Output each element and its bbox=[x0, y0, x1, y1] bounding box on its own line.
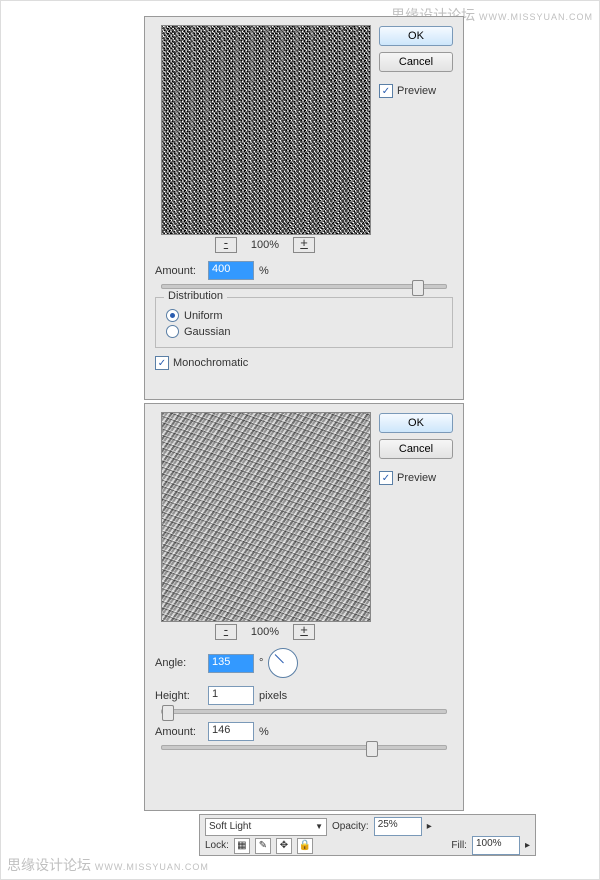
watermark-en-bottom: WWW.MISSYUAN.COM bbox=[95, 862, 209, 872]
lock-brush-icon[interactable]: ✎ bbox=[255, 838, 271, 854]
amount-unit: % bbox=[259, 265, 269, 277]
watermark-en: WWW.MISSYUAN.COM bbox=[479, 12, 593, 22]
lock-label: Lock: bbox=[205, 840, 229, 851]
preview-label: Preview bbox=[397, 472, 436, 484]
blend-mode-select[interactable]: Soft Light ▼ bbox=[205, 818, 327, 836]
blend-mode-value: Soft Light bbox=[209, 821, 251, 832]
monochromatic-label: Monochromatic bbox=[173, 357, 248, 369]
lock-move-icon[interactable]: ✥ bbox=[276, 838, 292, 854]
ok-button[interactable]: OK bbox=[379, 413, 453, 433]
amount-input[interactable]: 146 bbox=[208, 722, 254, 741]
gaussian-label: Gaussian bbox=[184, 326, 230, 338]
cancel-button[interactable]: Cancel bbox=[379, 52, 453, 72]
height-input[interactable]: 1 bbox=[208, 686, 254, 705]
distribution-legend: Distribution bbox=[164, 290, 227, 302]
angle-unit: ° bbox=[259, 657, 263, 669]
cancel-button[interactable]: Cancel bbox=[379, 439, 453, 459]
fill-input[interactable]: 100% bbox=[472, 836, 520, 855]
amount-slider[interactable] bbox=[161, 745, 447, 750]
add-noise-dialog: - 100% + Amount: 400 % Distribution Unif… bbox=[144, 16, 464, 400]
height-label: Height: bbox=[155, 690, 203, 702]
chevron-down-icon: ▼ bbox=[315, 822, 323, 831]
zoom-in-button[interactable]: + bbox=[293, 624, 315, 640]
height-unit: pixels bbox=[259, 690, 287, 702]
emboss-dialog: - 100% + Angle: 135 ° Height: 1 pixels A… bbox=[144, 403, 464, 811]
lock-all-icon[interactable]: 🔒 bbox=[297, 838, 313, 854]
opacity-stepper-icon[interactable]: ▸ bbox=[427, 821, 432, 832]
angle-input[interactable]: 135 bbox=[208, 654, 254, 673]
lock-transparent-icon[interactable]: ▦ bbox=[234, 838, 250, 854]
preview-checkbox[interactable]: ✓ bbox=[379, 84, 393, 98]
amount-label: Amount: bbox=[155, 265, 203, 277]
opacity-input[interactable]: 25% bbox=[374, 817, 422, 836]
watermark-cn-bottom: 思缘设计论坛 bbox=[7, 857, 91, 873]
monochromatic-checkbox[interactable]: ✓ bbox=[155, 356, 169, 370]
amount-unit: % bbox=[259, 726, 269, 738]
preview-label: Preview bbox=[397, 85, 436, 97]
layers-panel: Soft Light ▼ Opacity: 25% ▸ Lock: ▦ ✎ ✥ … bbox=[199, 814, 536, 856]
zoom-level: 100% bbox=[251, 239, 279, 251]
fill-stepper-icon[interactable]: ▸ bbox=[525, 840, 530, 851]
uniform-radio[interactable] bbox=[166, 309, 179, 322]
gaussian-radio[interactable] bbox=[166, 325, 179, 338]
zoom-in-button[interactable]: + bbox=[293, 237, 315, 253]
angle-dial[interactable] bbox=[268, 648, 298, 678]
emboss-preview bbox=[161, 412, 371, 622]
amount-label: Amount: bbox=[155, 726, 203, 738]
fill-label: Fill: bbox=[451, 840, 467, 851]
noise-preview bbox=[161, 25, 371, 235]
preview-checkbox[interactable]: ✓ bbox=[379, 471, 393, 485]
zoom-out-button[interactable]: - bbox=[215, 237, 237, 253]
amount-input[interactable]: 400 bbox=[208, 261, 254, 280]
uniform-label: Uniform bbox=[184, 310, 223, 322]
distribution-group: Distribution Uniform Gaussian bbox=[155, 297, 453, 348]
height-slider[interactable] bbox=[161, 709, 447, 714]
amount-slider[interactable] bbox=[161, 284, 447, 289]
ok-button[interactable]: OK bbox=[379, 26, 453, 46]
opacity-label: Opacity: bbox=[332, 821, 369, 832]
zoom-level: 100% bbox=[251, 626, 279, 638]
zoom-out-button[interactable]: - bbox=[215, 624, 237, 640]
angle-label: Angle: bbox=[155, 657, 203, 669]
